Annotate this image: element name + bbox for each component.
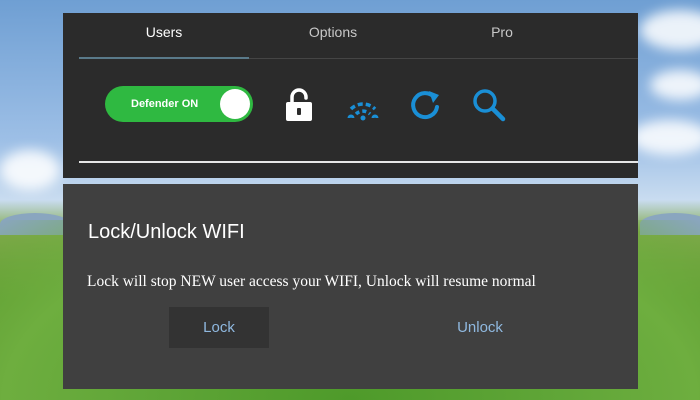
tab-users[interactable]: Users <box>79 13 249 59</box>
unlock-button[interactable]: Unlock <box>430 307 530 348</box>
wifi-icon[interactable] <box>345 89 381 125</box>
toolbar-divider <box>79 161 638 163</box>
toggle-knob <box>220 89 250 119</box>
defender-toggle[interactable]: Defender ON <box>105 86 253 122</box>
dialog-title: Lock/Unlock WIFI <box>88 221 245 243</box>
tab-options[interactable]: Options <box>248 13 418 59</box>
toolbar-panel: Users Options Pro Defender ON <box>63 13 638 178</box>
tab-pro[interactable]: Pro <box>417 13 587 59</box>
tab-divider <box>249 58 638 59</box>
dialog-message: Lock will stop NEW user access your WIFI… <box>87 273 536 290</box>
lock-button[interactable]: Lock <box>169 307 269 348</box>
tab-bar: Users Options Pro <box>63 13 638 59</box>
active-tab-indicator <box>79 57 249 59</box>
defender-toggle-label: Defender ON <box>131 98 199 110</box>
lock-unlock-dialog: Lock/Unlock WIFI Lock will stop NEW user… <box>63 184 638 389</box>
lock-open-icon[interactable] <box>283 87 319 123</box>
refresh-icon[interactable] <box>407 87 443 123</box>
search-icon[interactable] <box>471 87 507 123</box>
